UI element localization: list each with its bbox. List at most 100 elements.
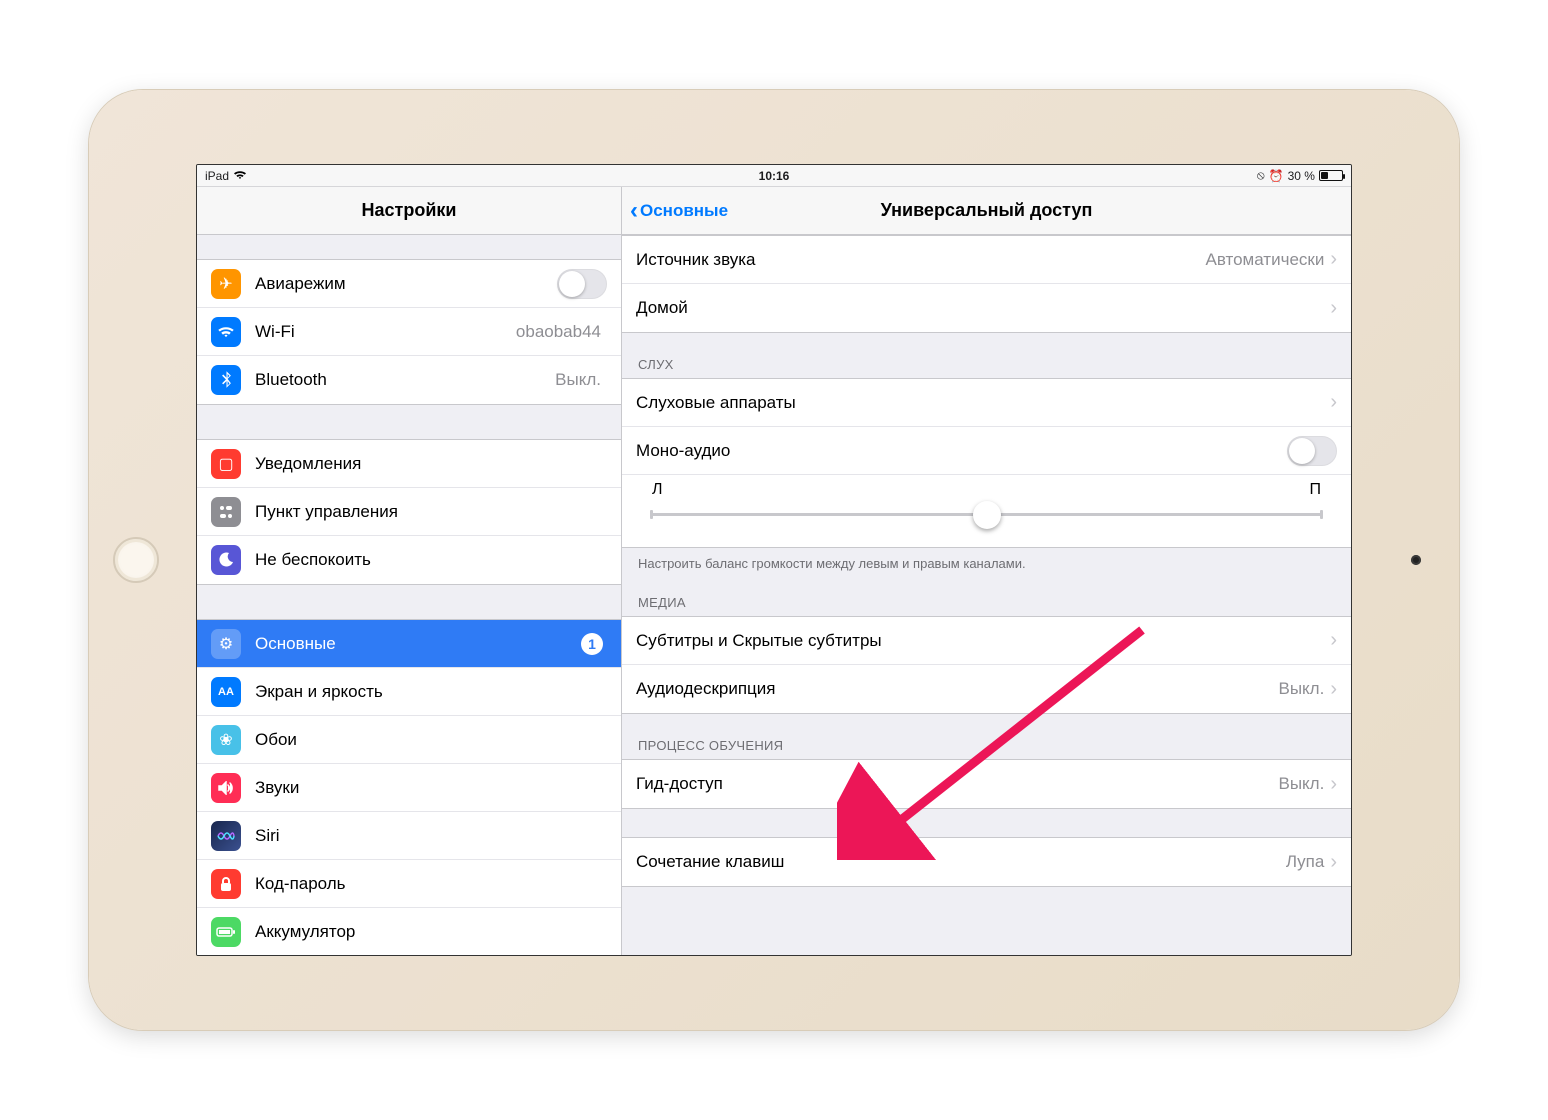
clock: 10:16 (584, 169, 963, 183)
ipad-frame: iPad 10:16 ⦸ ⏰ 30 % Настройки (89, 90, 1459, 1030)
siri-icon (211, 821, 241, 851)
sidebar-item-label: Основные (255, 634, 581, 654)
airplane-icon: ✈ (211, 269, 241, 299)
sidebar-item-label: Siri (255, 826, 607, 846)
detail-group-learning: Гид-доступ Выкл. › (622, 759, 1351, 809)
alarm-icon: ⏰ (1269, 169, 1284, 183)
row-mono-audio[interactable]: Моно-аудио (622, 427, 1351, 475)
row-value: Выкл. (1278, 679, 1324, 699)
lock-icon (211, 869, 241, 899)
row-audio-source[interactable]: Источник звука Автоматически › (622, 236, 1351, 284)
row-label: Сочетание клавиш (636, 852, 1286, 872)
detail-scroll[interactable]: Источник звука Автоматически › Домой › С… (622, 235, 1351, 955)
wifi-icon (233, 169, 247, 183)
detail-header: ‹ Основные Универсальный доступ (622, 187, 1351, 235)
chevron-right-icon: › (1330, 773, 1337, 796)
row-value: Автоматически (1205, 250, 1324, 270)
row-label: Домой (636, 298, 1330, 318)
sidebar-item-label: Bluetooth (255, 370, 555, 390)
mono-audio-switch[interactable] (1287, 436, 1337, 466)
detail-group-media: Субтитры и Скрытые субтитры › Аудиодескр… (622, 616, 1351, 714)
display-icon: AA (211, 677, 241, 707)
wifi-icon (211, 317, 241, 347)
chevron-left-icon: ‹ (630, 199, 638, 223)
status-bar: iPad 10:16 ⦸ ⏰ 30 % (197, 165, 1351, 187)
front-camera (1411, 555, 1421, 565)
home-button[interactable] (113, 537, 159, 583)
row-audio-description[interactable]: Аудиодескрипция Выкл. › (622, 665, 1351, 713)
row-label: Гид-доступ (636, 774, 1278, 794)
section-header-media: МЕДИА (622, 571, 1351, 616)
sidebar-item-label: Аккумулятор (255, 922, 607, 942)
sidebar-item-airplane[interactable]: ✈ Авиарежим (197, 260, 621, 308)
sidebar-item-label: Экран и яркость (255, 682, 607, 702)
battery-icon (211, 917, 241, 947)
sidebar-group-device: ⚙ Основные 1 AA Экран и яркость ❀ Обои (197, 619, 621, 955)
sidebar-item-sounds[interactable]: Звуки (197, 764, 621, 812)
sidebar-group-alerts: ▢ Уведомления Пункт управления (197, 439, 621, 585)
sidebar-title: Настройки (197, 187, 621, 235)
sidebar-item-bluetooth[interactable]: Bluetooth Выкл. (197, 356, 621, 404)
row-accessibility-shortcut[interactable]: Сочетание клавиш Лупа › (622, 838, 1351, 886)
settings-sidebar: Настройки ✈ Авиарежим Wi-Fi (197, 187, 622, 955)
sidebar-item-display[interactable]: AA Экран и яркость (197, 668, 621, 716)
sidebar-item-general[interactable]: ⚙ Основные 1 (197, 620, 621, 668)
gear-icon: ⚙ (211, 629, 241, 659)
sidebar-item-passcode[interactable]: Код-пароль (197, 860, 621, 908)
bluetooth-icon (211, 365, 241, 395)
sidebar-item-dnd[interactable]: Не беспокоить (197, 536, 621, 584)
row-guided-access[interactable]: Гид-доступ Выкл. › (622, 760, 1351, 808)
balance-left-label: Л (652, 481, 663, 499)
sidebar-item-notifications[interactable]: ▢ Уведомления (197, 440, 621, 488)
sidebar-item-label: Звуки (255, 778, 607, 798)
sidebar-item-battery[interactable]: Аккумулятор (197, 908, 621, 955)
update-badge: 1 (581, 633, 603, 655)
back-button[interactable]: ‹ Основные (630, 187, 728, 235)
row-value: Выкл. (1278, 774, 1324, 794)
battery-percent: 30 % (1288, 169, 1315, 183)
section-footer-hearing: Настроить баланс громкости между левым и… (622, 548, 1351, 571)
wifi-network-value: obaobab44 (516, 322, 601, 342)
row-label: Слуховые аппараты (636, 393, 1330, 413)
rotation-lock-icon: ⦸ (1257, 168, 1265, 183)
sidebar-item-label: Не беспокоить (255, 550, 607, 570)
chevron-right-icon: › (1330, 629, 1337, 652)
chevron-right-icon: › (1330, 851, 1337, 874)
sidebar-item-label: Код-пароль (255, 874, 607, 894)
detail-group-hearing: Слуховые аппараты › Моно-аудио Л (622, 378, 1351, 548)
battery-icon (1319, 170, 1343, 181)
notifications-icon: ▢ (211, 449, 241, 479)
screen: iPad 10:16 ⦸ ⏰ 30 % Настройки (196, 164, 1352, 956)
row-audio-balance: Л П (622, 475, 1351, 547)
sidebar-item-wallpaper[interactable]: ❀ Обои (197, 716, 621, 764)
row-label: Моно-аудио (636, 441, 1287, 461)
row-subtitles[interactable]: Субтитры и Скрытые субтитры › (622, 617, 1351, 665)
sidebar-item-wifi[interactable]: Wi-Fi obaobab44 (197, 308, 621, 356)
airplane-switch[interactable] (557, 269, 607, 299)
sidebar-group-connectivity: ✈ Авиарежим Wi-Fi obaobab44 (197, 259, 621, 405)
bluetooth-value: Выкл. (555, 370, 601, 390)
row-label: Субтитры и Скрытые субтитры (636, 631, 1330, 651)
speaker-icon (211, 773, 241, 803)
sidebar-item-label: Wi-Fi (255, 322, 516, 342)
wallpaper-icon: ❀ (211, 725, 241, 755)
row-label: Источник звука (636, 250, 1205, 270)
control-center-icon (211, 497, 241, 527)
sidebar-item-label: Авиарежим (255, 274, 557, 294)
balance-right-label: П (1310, 481, 1322, 499)
sidebar-item-control-center[interactable]: Пункт управления (197, 488, 621, 536)
detail-pane: ‹ Основные Универсальный доступ Источник… (622, 187, 1351, 955)
balance-slider[interactable] (650, 513, 1323, 516)
detail-group-shortcut: Сочетание клавиш Лупа › (622, 837, 1351, 887)
back-label: Основные (640, 201, 728, 221)
chevron-right-icon: › (1330, 678, 1337, 701)
detail-title: Универсальный доступ (881, 200, 1093, 221)
row-hearing-devices[interactable]: Слуховые аппараты › (622, 379, 1351, 427)
row-home[interactable]: Домой › (622, 284, 1351, 332)
slider-knob[interactable] (973, 501, 1001, 529)
sidebar-item-siri[interactable]: Siri (197, 812, 621, 860)
device-label: iPad (205, 169, 229, 183)
section-header-hearing: СЛУХ (622, 333, 1351, 378)
detail-group-top: Источник звука Автоматически › Домой › (622, 235, 1351, 333)
section-header-learning: ПРОЦЕСС ОБУЧЕНИЯ (622, 714, 1351, 759)
